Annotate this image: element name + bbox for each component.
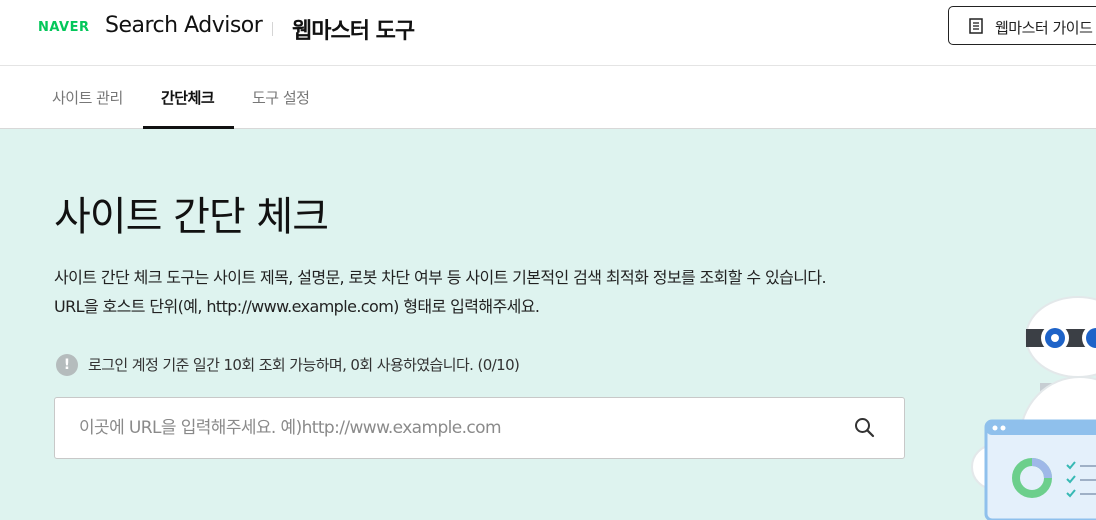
description: 사이트 간단 체크 도구는 사이트 제목, 설명문, 로봇 차단 여부 등 사이…: [54, 263, 827, 321]
description-line: 사이트 간단 체크 도구는 사이트 제목, 설명문, 로봇 차단 여부 등 사이…: [54, 268, 827, 287]
tool-title[interactable]: 웹마스터 도구: [292, 13, 415, 45]
search-icon[interactable]: [851, 414, 879, 442]
info-icon: !: [56, 354, 78, 376]
tab-tool-settings[interactable]: 도구 설정: [252, 66, 316, 128]
tab-site-management[interactable]: 사이트 관리: [52, 66, 128, 128]
tab-label: 간단체크: [161, 89, 215, 107]
description-line: URL을 호스트 단위(예, http://www.example.com) 형…: [54, 297, 540, 316]
naver-logo[interactable]: NAVER: [38, 20, 90, 35]
robot-illustration: [971, 296, 1096, 520]
tab-bar: 사이트 관리 간단체크 도구 설정: [0, 66, 1096, 129]
webmaster-guide-button[interactable]: 웹마스터 가이드: [948, 6, 1096, 45]
url-input[interactable]: [79, 398, 839, 458]
usage-notice-text: 로그인 계정 기준 일간 10회 조회 가능하며, 0회 사용하였습니다. (0…: [88, 356, 520, 374]
webmaster-guide-label: 웹마스터 가이드: [995, 19, 1093, 37]
tab-simple-check[interactable]: 간단체크: [143, 66, 234, 129]
tab-label: 도구 설정: [252, 89, 310, 107]
main-content: 사이트 간단 체크 사이트 간단 체크 도구는 사이트 제목, 설명문, 로봇 …: [0, 129, 1096, 520]
tab-label: 사이트 관리: [52, 89, 123, 107]
product-name[interactable]: Search Advisor: [105, 13, 263, 38]
header-divider: [272, 22, 273, 36]
url-search-box: [54, 397, 905, 459]
page-title: 사이트 간단 체크: [54, 194, 329, 240]
document-list-icon: [969, 18, 983, 34]
top-header: NAVER Search Advisor 웹마스터 도구 웹마스터 가이드: [0, 0, 1096, 66]
